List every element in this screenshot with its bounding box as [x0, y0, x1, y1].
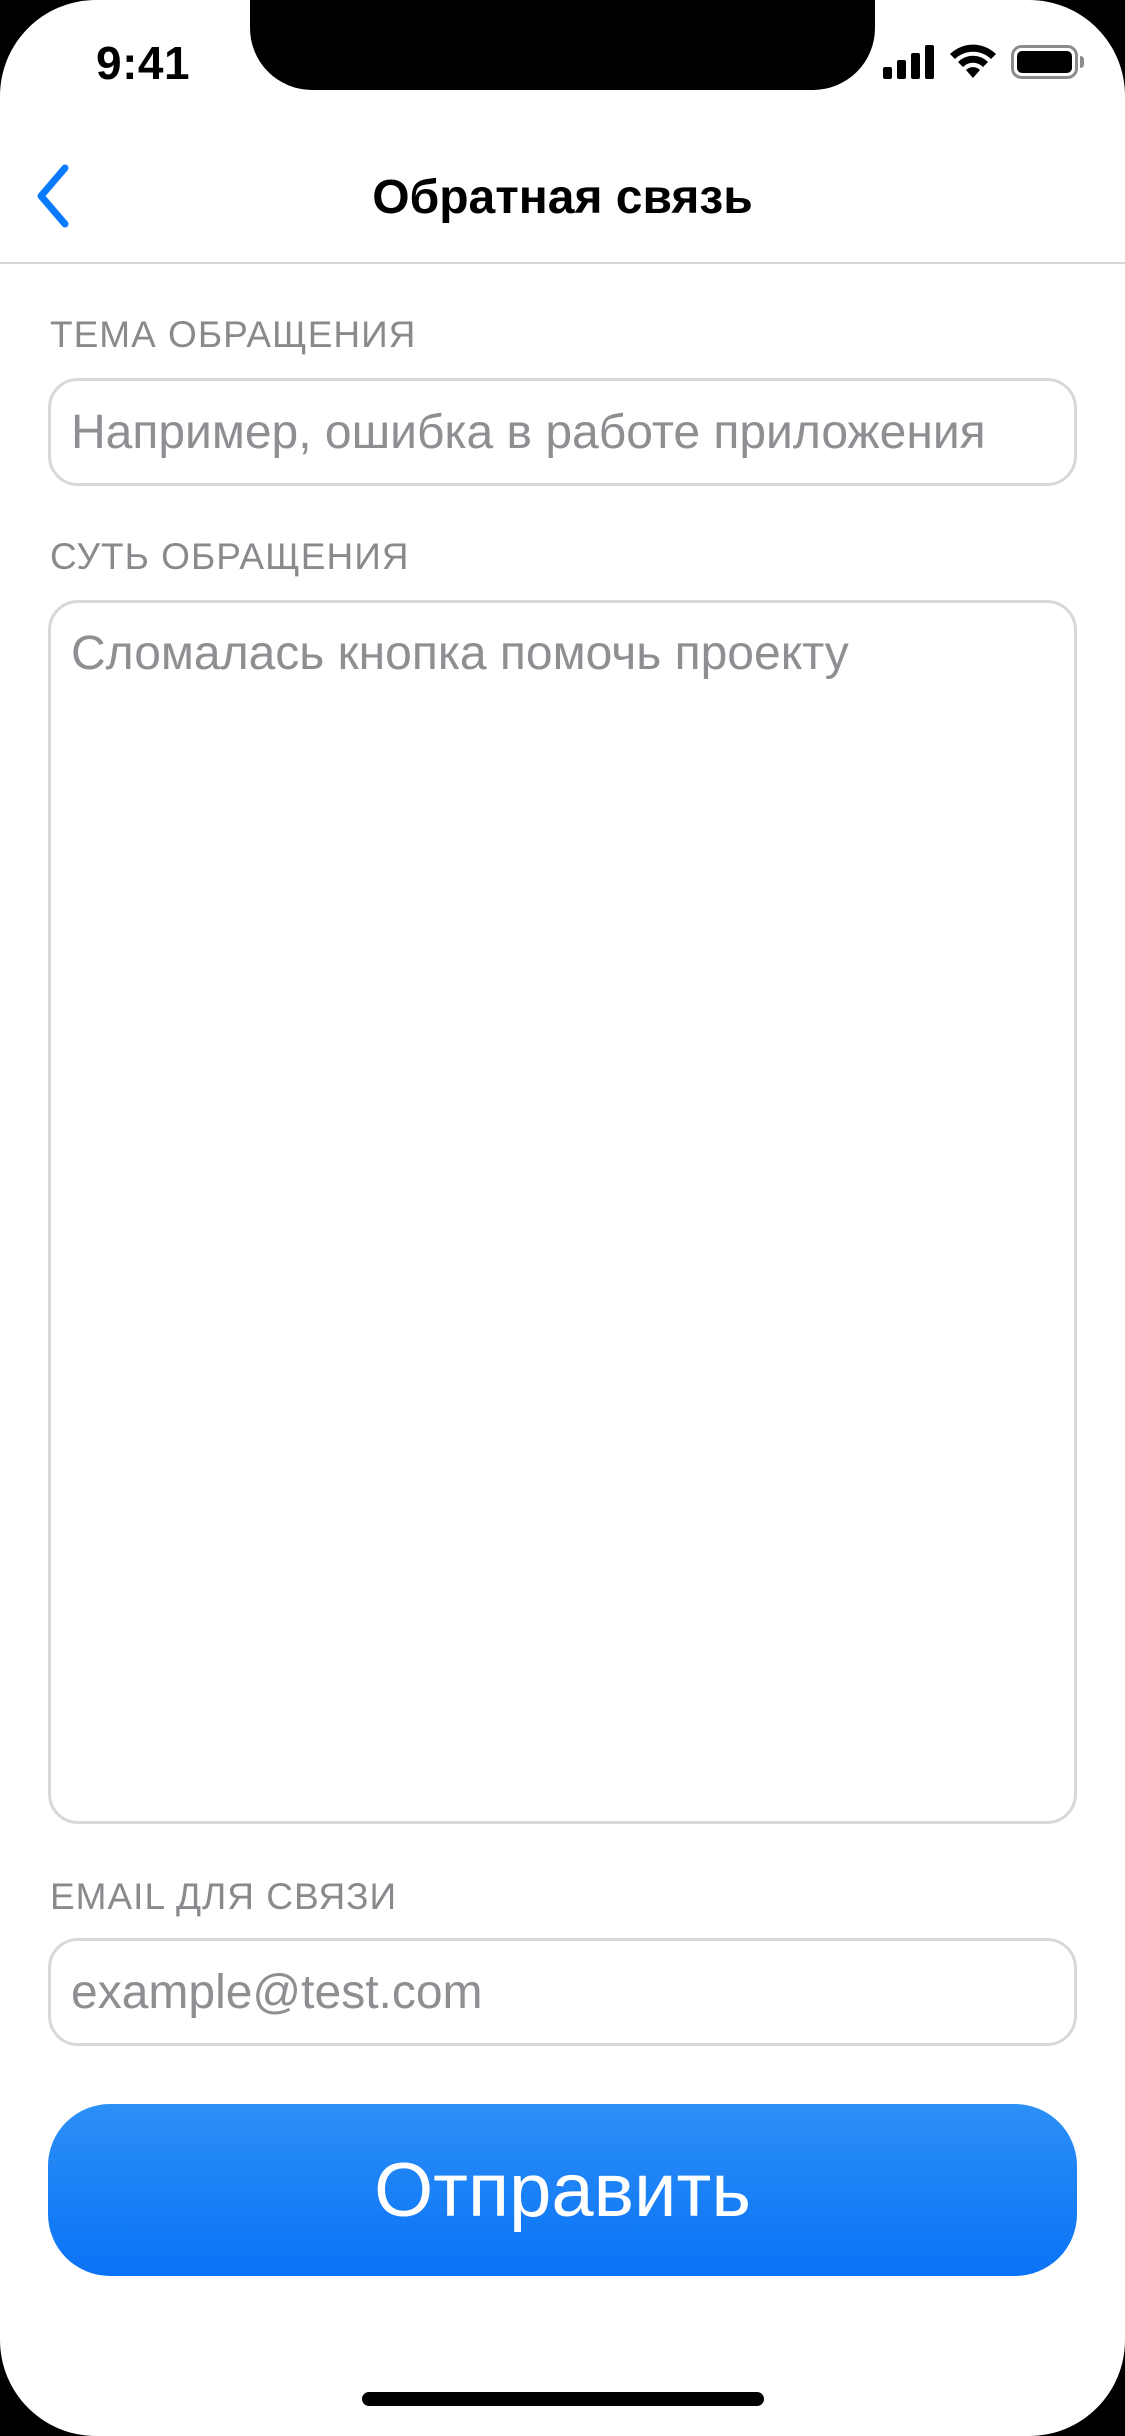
send-button[interactable]: Отправить [48, 2104, 1077, 2276]
email-input[interactable] [48, 1938, 1077, 2046]
battery-icon [1011, 44, 1085, 84]
page-title: Обратная связь [372, 171, 753, 224]
email-label: EMAIL ДЛЯ СВЯЗИ [50, 1876, 398, 1917]
subject-input[interactable] [48, 378, 1077, 486]
status-icons [883, 44, 1085, 84]
message-textarea[interactable] [48, 600, 1077, 1824]
status-time: 9:41 [96, 37, 191, 89]
message-label: СУТЬ ОБРАЩЕНИЯ [50, 536, 410, 577]
cellular-signal-icon [883, 44, 935, 84]
subject-label: ТЕМА ОБРАЩЕНИЯ [50, 314, 417, 355]
device-frame: 9:41 Обратная связь ТЕМА ОБРАЩЕНИЯ Напри… [0, 0, 1125, 2436]
device-notch [250, 0, 875, 90]
home-indicator [362, 2392, 764, 2406]
wifi-icon [949, 44, 997, 85]
app-screen: 9:41 Обратная связь ТЕМА ОБРАЩЕНИЯ Напри… [0, 0, 1125, 2436]
navigation-bar: Обратная связь [0, 132, 1125, 264]
